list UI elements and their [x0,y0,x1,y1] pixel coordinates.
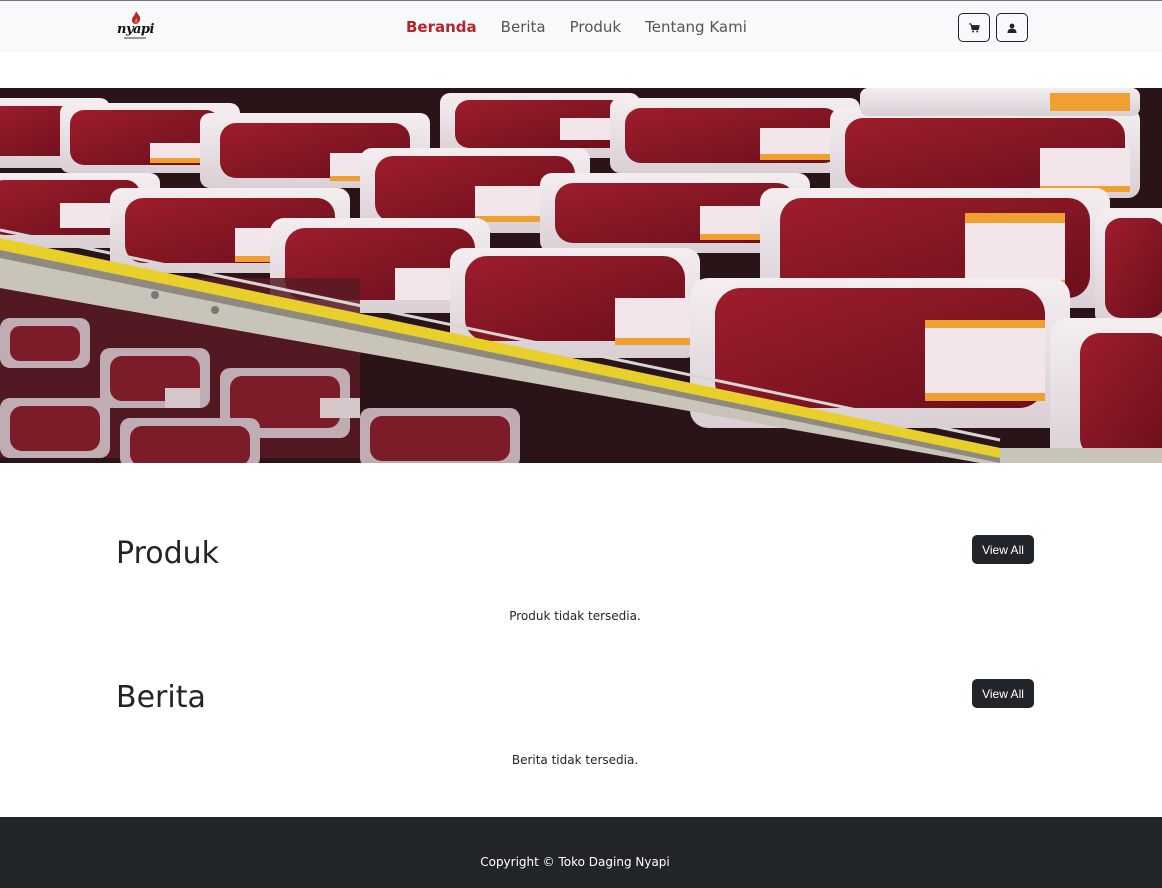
nav-link-beranda[interactable]: Beranda [406,18,477,36]
produk-empty-message: Produk tidak tersedia. [509,609,641,623]
nav-link-produk[interactable]: Produk [570,18,622,36]
berita-title: Berita [116,680,206,715]
footer: Copyright © Toko Daging Nyapi [0,817,1162,888]
user-button[interactable] [996,13,1028,42]
navbar: nyapi Beranda Berita Produk Tentang Kami [0,0,1162,52]
nav-link-berita[interactable]: Berita [501,18,546,36]
footer-copyright: Copyright © Toko Daging Nyapi [480,855,670,869]
produk-view-all-button[interactable]: View All [972,535,1034,564]
hero-image-meat-display [0,88,1162,463]
cart-icon [968,22,980,32]
berita-view-all-button[interactable]: View All [972,679,1034,708]
hero-banner [0,88,1162,463]
brand-logo-underline [124,37,146,39]
cart-button[interactable] [958,13,990,42]
main-nav: Beranda Berita Produk Tentang Kami [406,18,747,36]
brand-logo-text: nyapi [117,22,154,37]
berita-empty-message: Berita tidak tersedia. [511,753,639,767]
user-icon [1007,23,1017,33]
brand-logo[interactable]: nyapi [116,11,156,43]
nav-link-tentang-kami[interactable]: Tentang Kami [645,18,747,36]
produk-title: Produk [116,536,220,571]
